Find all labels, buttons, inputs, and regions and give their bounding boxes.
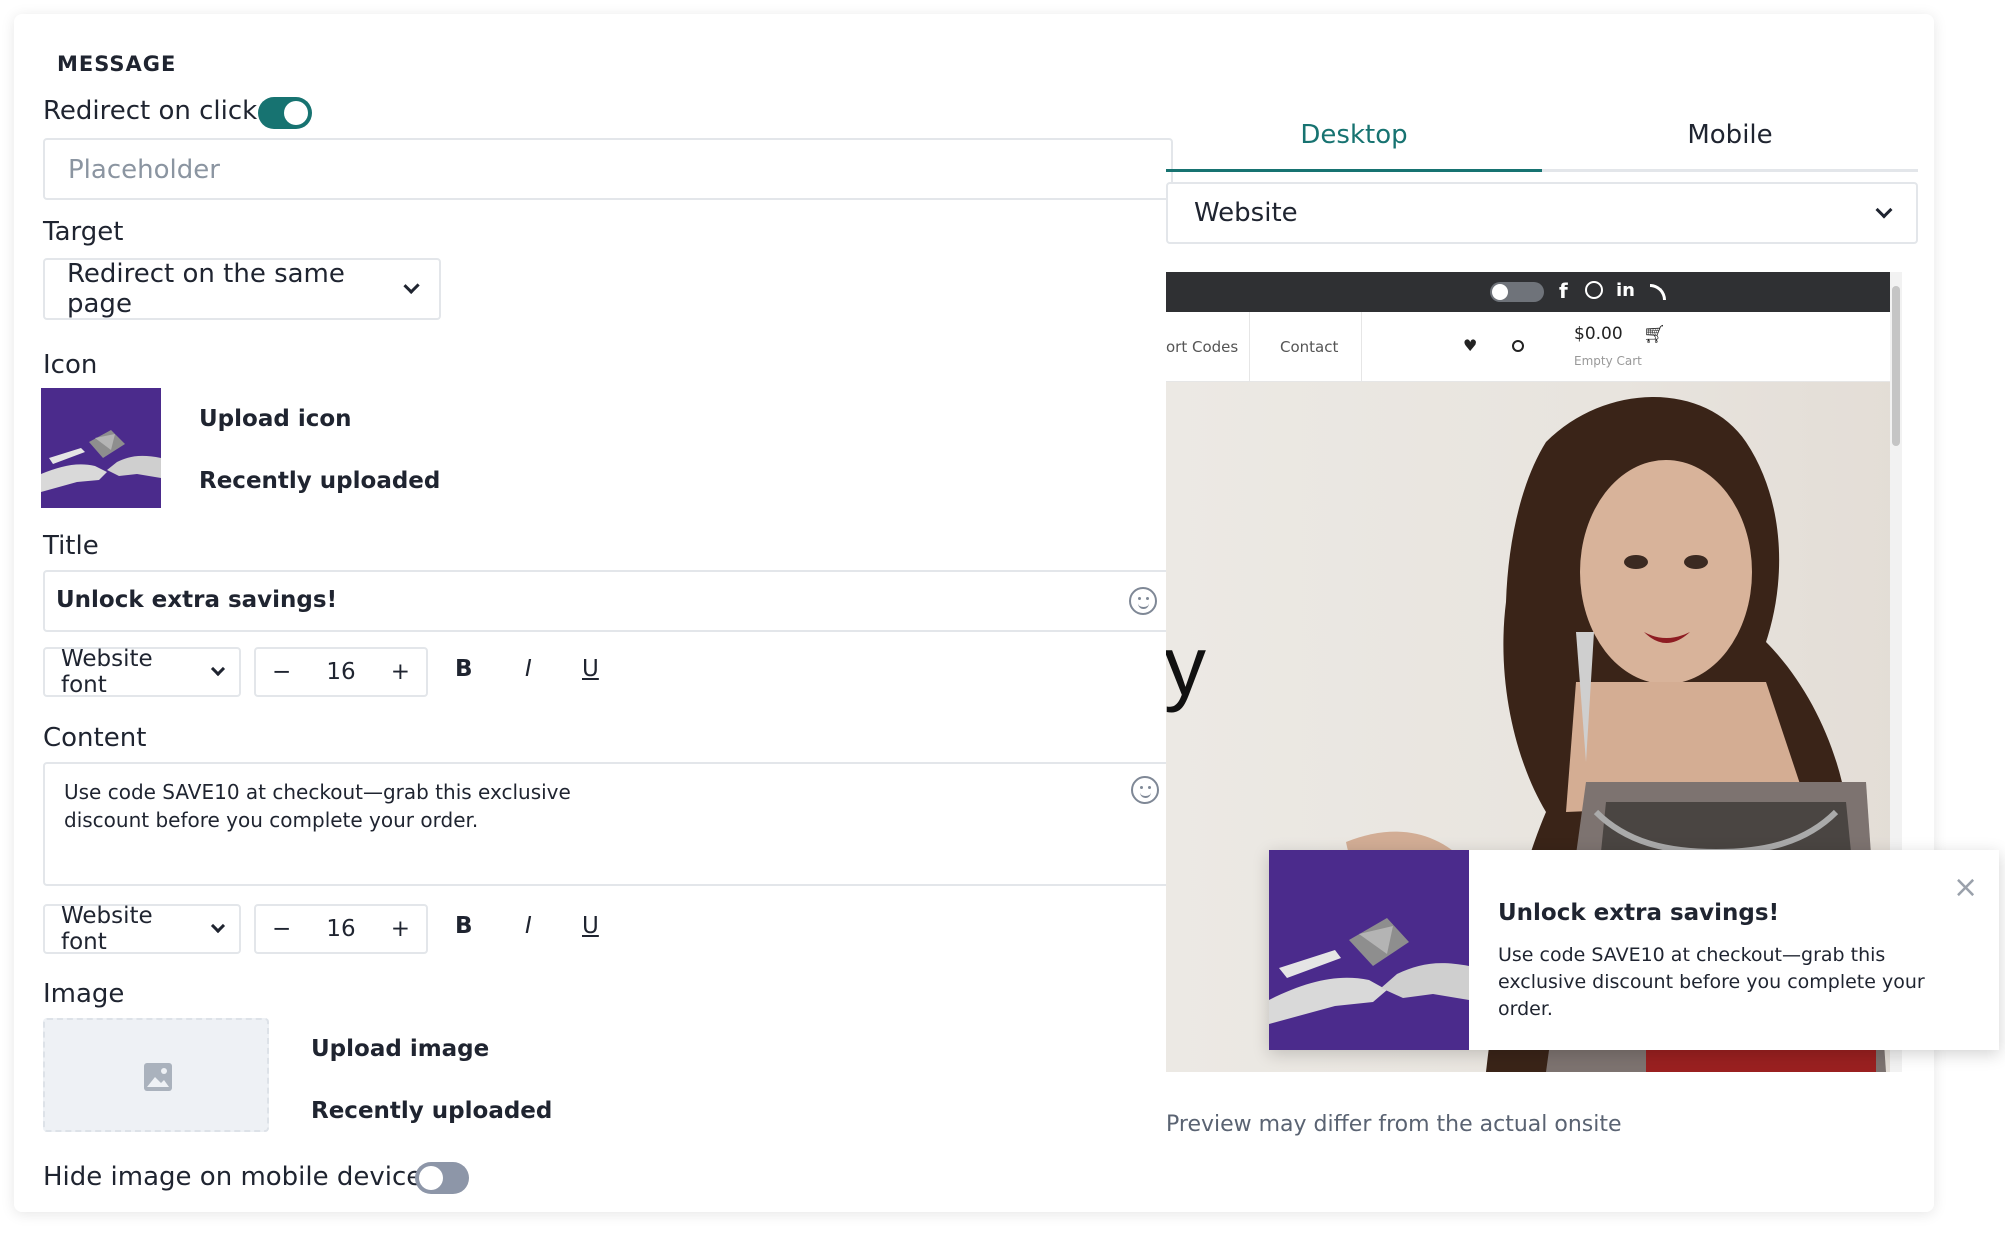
preview-source-select[interactable]: Website [1166, 182, 1918, 244]
upload-image-link[interactable]: Upload image [311, 1036, 489, 1062]
title-bold-button[interactable]: B [455, 656, 473, 682]
popup-text: Use code SAVE10 at checkout—grab this ex… [1498, 944, 1925, 1020]
upload-icon-link[interactable]: Upload icon [199, 406, 352, 432]
linkedin-icon: in [1616, 280, 1635, 301]
content-textarea[interactable]: Use code SAVE10 at checkout—grab this ex… [43, 762, 1173, 886]
target-select-value: Redirect on the same page [67, 259, 345, 319]
tab-mobile[interactable]: Mobile [1542, 106, 1918, 172]
content-font-select[interactable]: Website font [43, 903, 241, 955]
popup-title: Unlock extra savings! [1498, 900, 1780, 926]
minus-icon[interactable]: − [272, 916, 291, 942]
title-label: Title [43, 531, 99, 561]
hide-image-mobile-label: Hide image on mobile devices [43, 1162, 436, 1192]
target-select[interactable]: Redirect on the same page [43, 258, 441, 320]
title-font-value: Website font [61, 646, 153, 698]
section-title: MESSAGE [57, 52, 177, 76]
cart-icon: 🛒︎ [1643, 324, 1666, 345]
content-italic-button[interactable]: I [525, 913, 532, 939]
hide-image-mobile-toggle[interactable] [415, 1162, 469, 1194]
chevron-down-icon [1875, 201, 1893, 219]
gift-hands-icon [1269, 850, 1469, 1050]
popup-icon [1269, 850, 1469, 1050]
redirect-label: Redirect on click [43, 96, 258, 126]
chevron-down-icon [210, 661, 226, 677]
heart-icon: ♥ [1463, 336, 1478, 355]
cart-price: $0.00 [1574, 324, 1623, 344]
tab-desktop-label: Desktop [1300, 120, 1408, 150]
title-input[interactable]: Unlock extra savings! [43, 570, 1173, 632]
content-bold-button[interactable]: B [455, 913, 473, 939]
plus-icon[interactable]: + [391, 659, 410, 685]
site-toggle [1490, 282, 1544, 302]
chevron-down-icon [210, 918, 226, 934]
title-underline-button[interactable]: U [582, 656, 599, 682]
content-underline-button[interactable]: U [582, 913, 599, 939]
content-font-value: Website font [61, 903, 153, 955]
cart-status: Empty Cart [1574, 354, 1642, 368]
plus-icon[interactable]: + [391, 916, 410, 942]
preview-note: Preview may differ from the actual onsit… [1166, 1112, 1622, 1137]
image-label: Image [43, 979, 125, 1009]
redirect-url-placeholder: Placeholder [68, 155, 220, 185]
message-settings-card: MESSAGE Redirect on click Placeholder Ta… [14, 14, 1999, 1212]
site-nav-item: ort Codes [1166, 338, 1239, 356]
title-size-value: 16 [326, 659, 356, 685]
tab-desktop[interactable]: Desktop [1166, 106, 1542, 172]
image-placeholder-icon [144, 1063, 172, 1091]
popup-preview: Unlock extra savings! Use code SAVE10 at… [1269, 850, 1999, 1050]
icon-label: Icon [43, 350, 98, 380]
target-label: Target [43, 217, 124, 247]
preview-source-value: Website [1194, 198, 1298, 228]
dribbble-icon [1585, 281, 1603, 299]
redirect-toggle[interactable] [258, 97, 312, 129]
title-size-stepper[interactable]: − 16 + [254, 647, 428, 697]
content-textarea-value: Use code SAVE10 at checkout—grab this ex… [64, 780, 571, 832]
emoji-icon[interactable] [1131, 776, 1159, 804]
hero-text-fragment: y [1166, 619, 1206, 713]
content-size-stepper[interactable]: − 16 + [254, 904, 428, 954]
facebook-icon: f [1559, 279, 1568, 303]
content-size-value: 16 [326, 916, 356, 942]
title-font-select[interactable]: Website font [43, 646, 241, 698]
icon-recently-uploaded-link[interactable]: Recently uploaded [199, 468, 440, 494]
chevron-down-icon [403, 277, 420, 295]
title-input-value: Unlock extra savings! [56, 587, 338, 613]
site-nav: ort Codes Contact ♥ $0.00 🛒︎ Empty Cart [1166, 312, 1902, 382]
image-recently-uploaded-link[interactable]: Recently uploaded [311, 1098, 552, 1124]
tab-mobile-label: Mobile [1687, 120, 1773, 150]
content-label: Content [43, 723, 147, 753]
emoji-icon[interactable] [1129, 587, 1157, 615]
site-nav-item: Contact [1280, 338, 1339, 356]
site-topbar: f in [1166, 272, 1902, 312]
title-italic-button[interactable]: I [525, 656, 532, 682]
minus-icon[interactable]: − [272, 659, 291, 685]
close-icon[interactable]: × [1953, 870, 1978, 905]
image-dropzone[interactable] [43, 1018, 269, 1132]
gift-hands-icon [41, 388, 161, 508]
rss-icon [1650, 284, 1666, 300]
icon-thumbnail[interactable] [41, 388, 161, 508]
redirect-url-input[interactable]: Placeholder [43, 138, 1173, 200]
search-icon [1512, 340, 1524, 352]
